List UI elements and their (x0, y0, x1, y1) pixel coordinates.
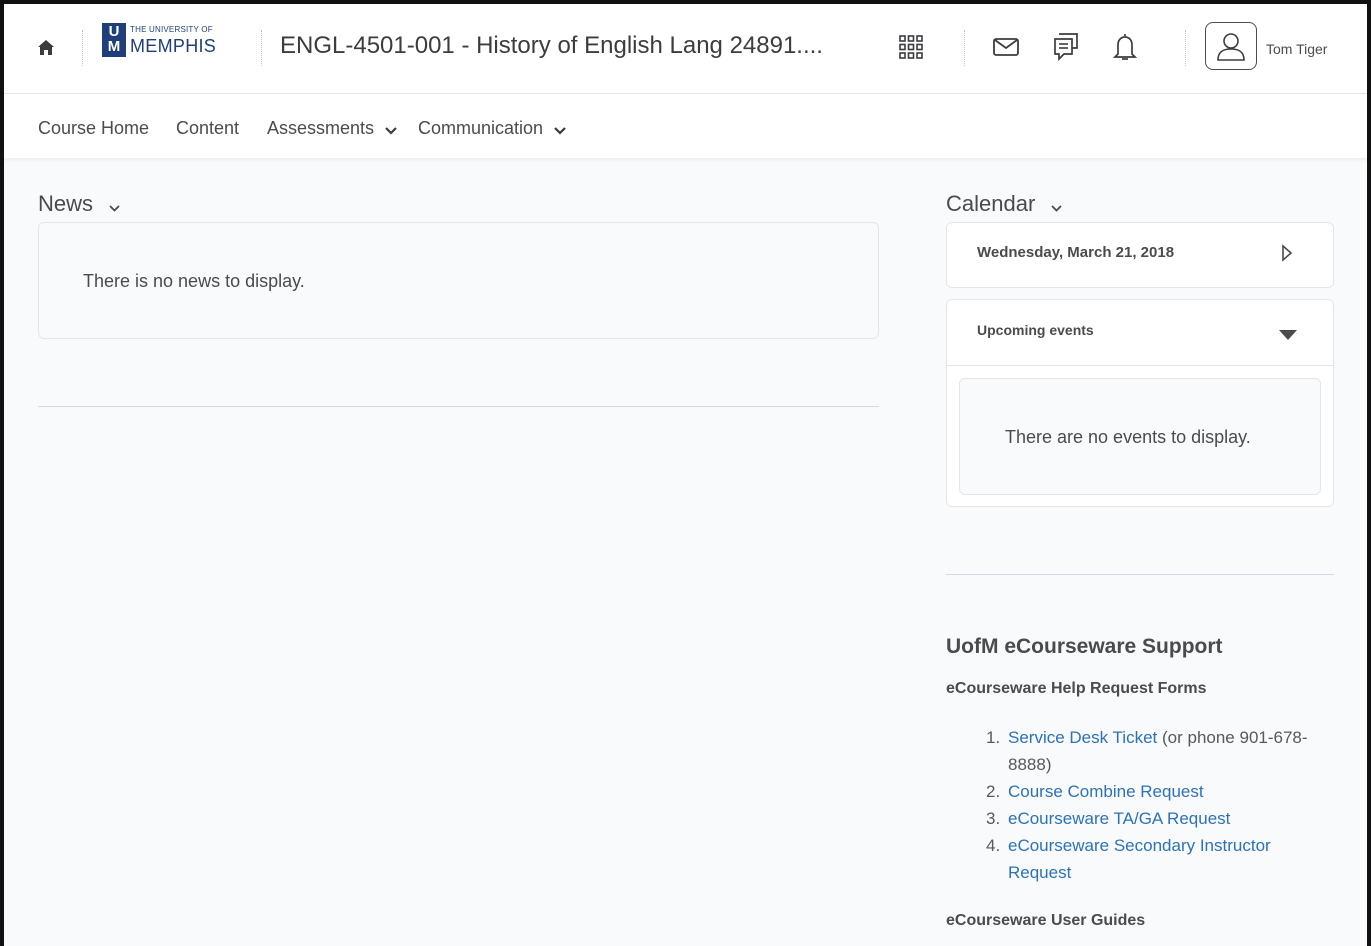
mail-icon[interactable] (989, 30, 1023, 64)
nav-label: Communication (418, 118, 544, 138)
chevron-down-icon (385, 119, 397, 140)
list-number: 1. (986, 728, 1001, 747)
course-combine-link[interactable]: Course Combine Request (1008, 782, 1204, 801)
top-header: UM THE UNIVERSITY OF MEMPHIS ENGL-4501-0… (4, 4, 1367, 94)
university-logo[interactable]: UM THE UNIVERSITY OF MEMPHIS (102, 23, 237, 73)
help-forms-heading: eCourseware Help Request Forms (946, 680, 1207, 697)
list-number: 2. (986, 782, 1001, 801)
upcoming-events-label: Upcoming events (977, 322, 1094, 338)
list-item: 1. Service Desk Ticket (or phone 901-678… (986, 724, 1326, 778)
header-divider (261, 30, 262, 66)
news-divider (38, 406, 879, 407)
list-number: 3. (986, 809, 1001, 828)
help-request-list: 1. Service Desk Ticket (or phone 901-678… (986, 724, 1326, 886)
nav-label: Course Home (38, 118, 150, 138)
caret-down-icon (1279, 327, 1297, 345)
service-desk-ticket-link[interactable]: Service Desk Ticket (1008, 728, 1157, 747)
nav-course-home[interactable]: Course Home (38, 118, 149, 139)
header-divider (964, 30, 965, 66)
logo-big-text: MEMPHIS (130, 36, 217, 56)
calendar-divider (946, 574, 1334, 575)
secondary-instructor-link[interactable]: eCourseware Secondary Instructor Request (1008, 836, 1271, 882)
nav-assessments[interactable]: Assessments (267, 118, 397, 140)
logo-mark: UM (102, 23, 126, 57)
upcoming-events-panel: Upcoming events There are no events to d… (946, 299, 1334, 507)
logo-small-text: THE UNIVERSITY OF (130, 25, 213, 34)
bell-icon[interactable] (1108, 30, 1142, 64)
calendar-date[interactable]: Wednesday, March 21, 2018 (977, 244, 1174, 261)
nav-label: Content (176, 118, 240, 138)
upcoming-events-header[interactable]: Upcoming events (947, 300, 1333, 366)
course-title[interactable]: ENGL-4501-001 - History of English Lang … (280, 32, 823, 60)
chevron-down-icon (554, 119, 566, 140)
course-navbar: Course Home Content Assessments Communic… (4, 94, 1367, 158)
nav-content[interactable]: Content (176, 118, 239, 139)
ta-ga-request-link[interactable]: eCourseware TA/GA Request (1008, 809, 1230, 828)
chevron-down-icon (109, 192, 120, 218)
header-divider (1185, 30, 1186, 66)
page-frame: UM THE UNIVERSITY OF MEMPHIS ENGL-4501-0… (0, 0, 1371, 946)
list-item: 4. eCourseware Secondary Instructor Requ… (986, 832, 1326, 886)
calendar-widget-title[interactable]: Calendar (946, 191, 1063, 218)
list-number: 4. (986, 836, 1001, 855)
events-empty-box: There are no events to display. (959, 378, 1321, 495)
news-panel: There is no news to display. (38, 222, 879, 339)
nav-communication[interactable]: Communication (418, 118, 566, 140)
next-day-icon[interactable] (1281, 244, 1295, 266)
news-title: News (38, 191, 94, 216)
list-item: 2. Course Combine Request (986, 778, 1326, 805)
calendar-date-bar: Wednesday, March 21, 2018 (946, 222, 1334, 288)
header-divider (82, 30, 83, 66)
user-guides-heading: eCourseware User Guides (946, 912, 1146, 929)
chat-icon[interactable] (1049, 30, 1083, 64)
home-icon[interactable] (36, 37, 56, 57)
events-empty-message: There are no events to display. (1005, 427, 1251, 447)
list-item: 3. eCourseware TA/GA Request (986, 805, 1326, 832)
grid-icon[interactable] (894, 30, 928, 64)
user-avatar-icon[interactable] (1205, 22, 1257, 70)
support-title: UofM eCourseware Support (946, 635, 1223, 658)
calendar-title: Calendar (946, 191, 1036, 216)
news-empty-message: There is no news to display. (83, 271, 305, 291)
chevron-down-icon (1051, 192, 1063, 218)
news-widget-title[interactable]: News (38, 191, 120, 218)
user-name[interactable]: Tom Tiger (1266, 41, 1327, 57)
nav-label: Assessments (267, 118, 375, 138)
